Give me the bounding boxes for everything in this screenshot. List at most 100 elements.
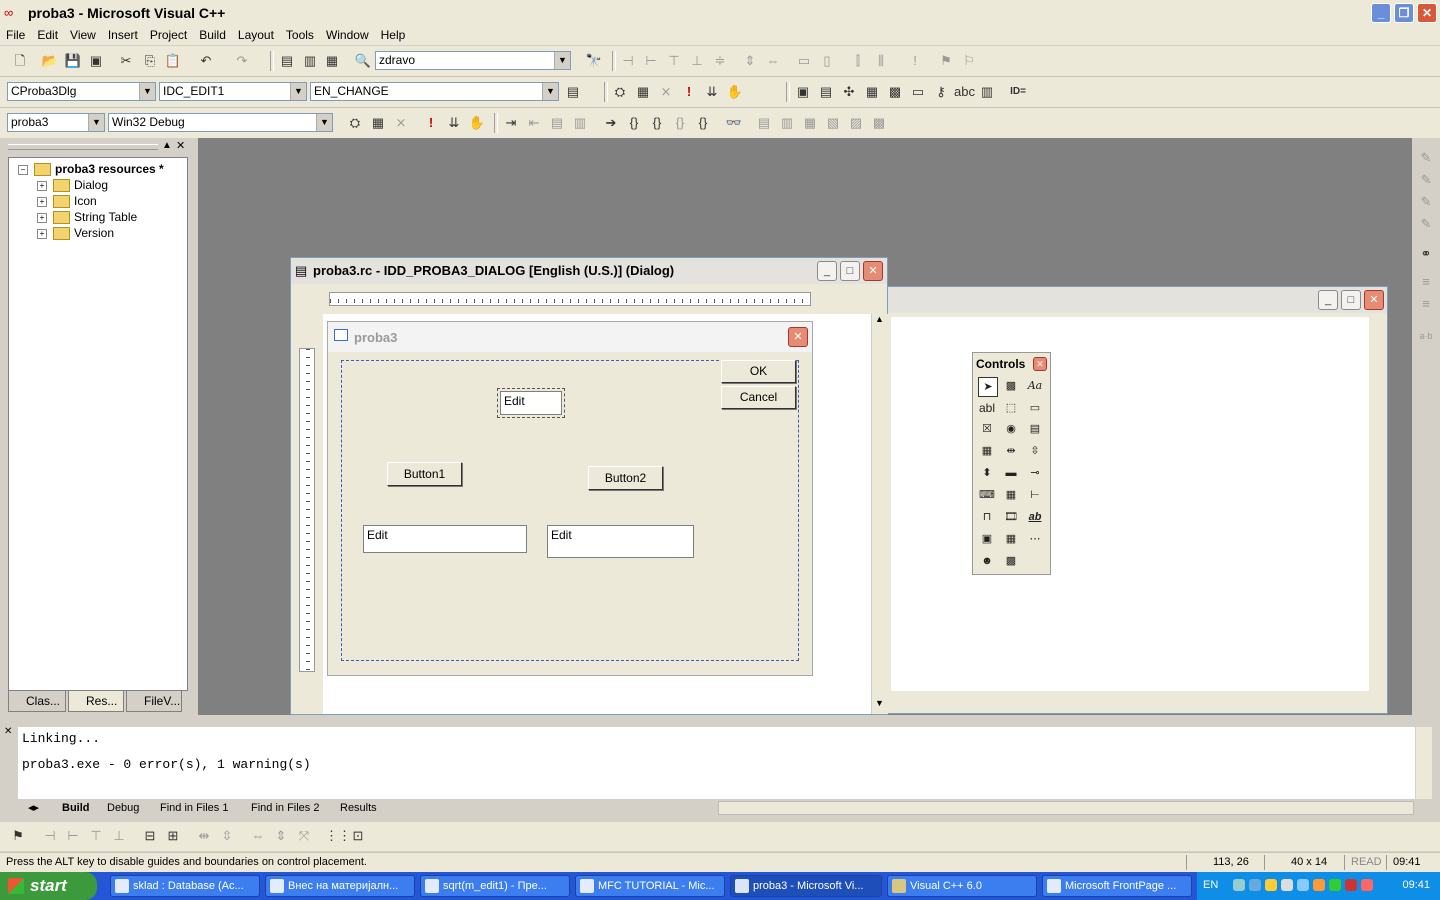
tree-item-version[interactable]: + Version xyxy=(37,226,114,241)
restore-button[interactable]: ❐ xyxy=(1394,3,1414,23)
chevron-down-icon[interactable]: ▼ xyxy=(290,83,306,100)
center-horizontal-icon[interactable]: ⇔ xyxy=(763,51,783,71)
tool-icon[interactable]: ✎ xyxy=(1416,214,1436,234)
step-over-icon[interactable]: {} xyxy=(647,113,667,133)
vertical-ruler[interactable] xyxy=(299,348,315,672)
language-indicator[interactable]: EN xyxy=(1203,879,1218,891)
close-button[interactable]: ✕ xyxy=(1417,3,1437,23)
designed-dialog[interactable]: proba3 ✕ OK Cancel Edit Button1 Button2 … xyxy=(327,321,813,676)
ok-button[interactable]: OK xyxy=(721,360,796,383)
check-box-icon[interactable]: ☒ xyxy=(978,420,996,438)
step-into-icon[interactable]: {} xyxy=(624,113,644,133)
hot-key-icon[interactable]: ⌨ xyxy=(978,486,996,504)
new-text-file-icon[interactable]: 🗋 xyxy=(10,51,30,71)
go-icon[interactable]: ⇊ xyxy=(702,82,722,102)
stop-build-icon[interactable]: ⨯ xyxy=(656,82,676,102)
execute-icon[interactable]: ! xyxy=(421,113,441,133)
slider-icon[interactable]: ⊸ xyxy=(1026,464,1044,482)
date-time-picker-icon[interactable]: ▣ xyxy=(978,530,996,548)
group-box-icon[interactable]: ⬚ xyxy=(1002,399,1020,417)
configuration-combo[interactable]: Win32 Debug ▼ xyxy=(108,113,333,132)
button2[interactable]: Button2 xyxy=(588,466,663,490)
center-horizontal-icon[interactable]: ⊞ xyxy=(163,826,183,846)
align-top-icon[interactable]: ⊤ xyxy=(86,826,106,846)
indent-icon[interactable]: ≡ xyxy=(1416,272,1436,292)
collapse-icon[interactable]: − xyxy=(18,164,28,175)
memory-icon[interactable]: ▧ xyxy=(823,113,843,133)
tab-find-in-files-2[interactable]: Find in Files 2 xyxy=(245,800,325,816)
tray-app-icon[interactable] xyxy=(1329,879,1341,891)
close-icon[interactable]: ✕ xyxy=(863,261,883,281)
expand-icon[interactable]: + xyxy=(37,228,47,239)
task-sklad[interactable]: sklad : Database (Ac... xyxy=(110,875,260,897)
align-left-icon[interactable]: ⊣ xyxy=(40,826,60,846)
chevron-down-icon[interactable]: ▼ xyxy=(88,114,104,131)
task-sqrt[interactable]: sqrt(m_edit1) - Пре... xyxy=(420,875,570,897)
list-control-icon[interactable]: ▦ xyxy=(1002,486,1020,504)
resource-string-icon[interactable]: abc xyxy=(954,82,975,102)
save-all-icon[interactable]: ▣ xyxy=(86,51,106,71)
redo-icon[interactable]: ↷ xyxy=(232,51,252,71)
quick-watch-icon[interactable]: 👓 xyxy=(724,113,744,133)
resource-dialog-icon[interactable]: ▣ xyxy=(793,82,813,102)
space-down-icon[interactable]: ▯ xyxy=(817,51,837,71)
apply-changes-icon[interactable]: ▥ xyxy=(570,113,590,133)
run-to-cursor-icon[interactable]: {} xyxy=(693,113,713,133)
picture-icon[interactable]: ▩ xyxy=(1002,377,1020,395)
breakpoint-hand-icon[interactable]: ✋ xyxy=(467,113,487,133)
button1[interactable]: Button1 xyxy=(387,462,462,486)
test-icon[interactable]: ⚑ xyxy=(8,826,28,846)
undo-icon[interactable]: ↶ xyxy=(196,51,216,71)
chevron-down-icon[interactable]: ▼ xyxy=(139,83,155,100)
align-vcenter-icon[interactable]: ≑ xyxy=(710,51,730,71)
breakpoint-hand-icon[interactable]: ✋ xyxy=(725,82,745,102)
space-across-icon[interactable]: ▭ xyxy=(794,51,814,71)
tray-app-icon[interactable] xyxy=(1313,879,1325,891)
tree-item-string-table[interactable]: + String Table xyxy=(37,210,137,225)
pointer-icon[interactable]: ➤ xyxy=(978,377,998,397)
tool-icon[interactable]: ✎ xyxy=(1416,148,1436,168)
tab-build[interactable]: Build xyxy=(56,800,96,816)
scroll-up-icon[interactable]: ▲ xyxy=(872,314,887,330)
tray-app-icon[interactable] xyxy=(1297,879,1309,891)
align-left-icon[interactable]: ⊣ xyxy=(618,51,638,71)
resource-version-icon[interactable]: ▥ xyxy=(977,82,997,102)
toggle-guides-icon[interactable]: ⊡ xyxy=(348,826,368,846)
tab-find-in-files-1[interactable]: Find in Files 1 xyxy=(154,800,234,816)
close-icon[interactable]: ✕ xyxy=(1033,357,1047,371)
horizontal-scrollbar-icon[interactable]: ⇹ xyxy=(1002,442,1020,460)
output-icon[interactable]: ▥ xyxy=(300,51,320,71)
task-mfc-tutorial[interactable]: MFC TUTORIAL - Mic... xyxy=(575,875,725,897)
pane-grip[interactable] xyxy=(8,144,158,150)
edit-box-icon[interactable]: abl xyxy=(978,399,996,417)
expand-icon[interactable]: + xyxy=(37,212,47,223)
menu-layout[interactable]: Layout xyxy=(232,26,280,44)
center-vertical-icon[interactable]: ⇕ xyxy=(740,51,760,71)
tray-network-icon[interactable] xyxy=(1249,879,1261,891)
task-vnes[interactable]: Внес на материјалн... xyxy=(265,875,415,897)
step-out-icon[interactable]: {} xyxy=(670,113,690,133)
execute-icon[interactable]: ! xyxy=(679,82,699,102)
menu-edit[interactable]: Edit xyxy=(31,26,64,44)
binoculars-icon[interactable]: ⚭ xyxy=(1416,244,1436,264)
tray-app-icon[interactable] xyxy=(1361,879,1373,891)
build-icon[interactable]: ▦ xyxy=(633,82,653,102)
close-icon[interactable]: ✕ xyxy=(1364,290,1384,310)
workspace-icon[interactable]: ▤ xyxy=(277,51,297,71)
toggle-guides-icon[interactable]: ⚑ xyxy=(936,51,956,71)
extended-combo-icon[interactable]: ▩ xyxy=(1002,552,1020,570)
menu-insert[interactable]: Insert xyxy=(102,26,144,44)
tray-globe-icon[interactable] xyxy=(1281,879,1293,891)
minimize-icon[interactable]: _ xyxy=(817,261,837,281)
menu-window[interactable]: Window xyxy=(320,26,375,44)
stop-debugging-icon[interactable]: ⇤ xyxy=(524,113,544,133)
toggle-grid-icon[interactable]: ⋮⋮ xyxy=(325,826,351,846)
id-combo[interactable]: IDC_EDIT1 ▼ xyxy=(159,82,307,101)
variables-icon[interactable]: ▥ xyxy=(777,113,797,133)
watch-icon[interactable]: ▤ xyxy=(754,113,774,133)
disassembly-icon[interactable]: ▩ xyxy=(869,113,889,133)
custom-control-icon[interactable]: ☻ xyxy=(978,552,996,570)
combo-box-icon[interactable]: ▤ xyxy=(1026,420,1044,438)
resource-icon-icon[interactable]: ▦ xyxy=(862,82,882,102)
tray-app-icon[interactable] xyxy=(1345,879,1357,891)
